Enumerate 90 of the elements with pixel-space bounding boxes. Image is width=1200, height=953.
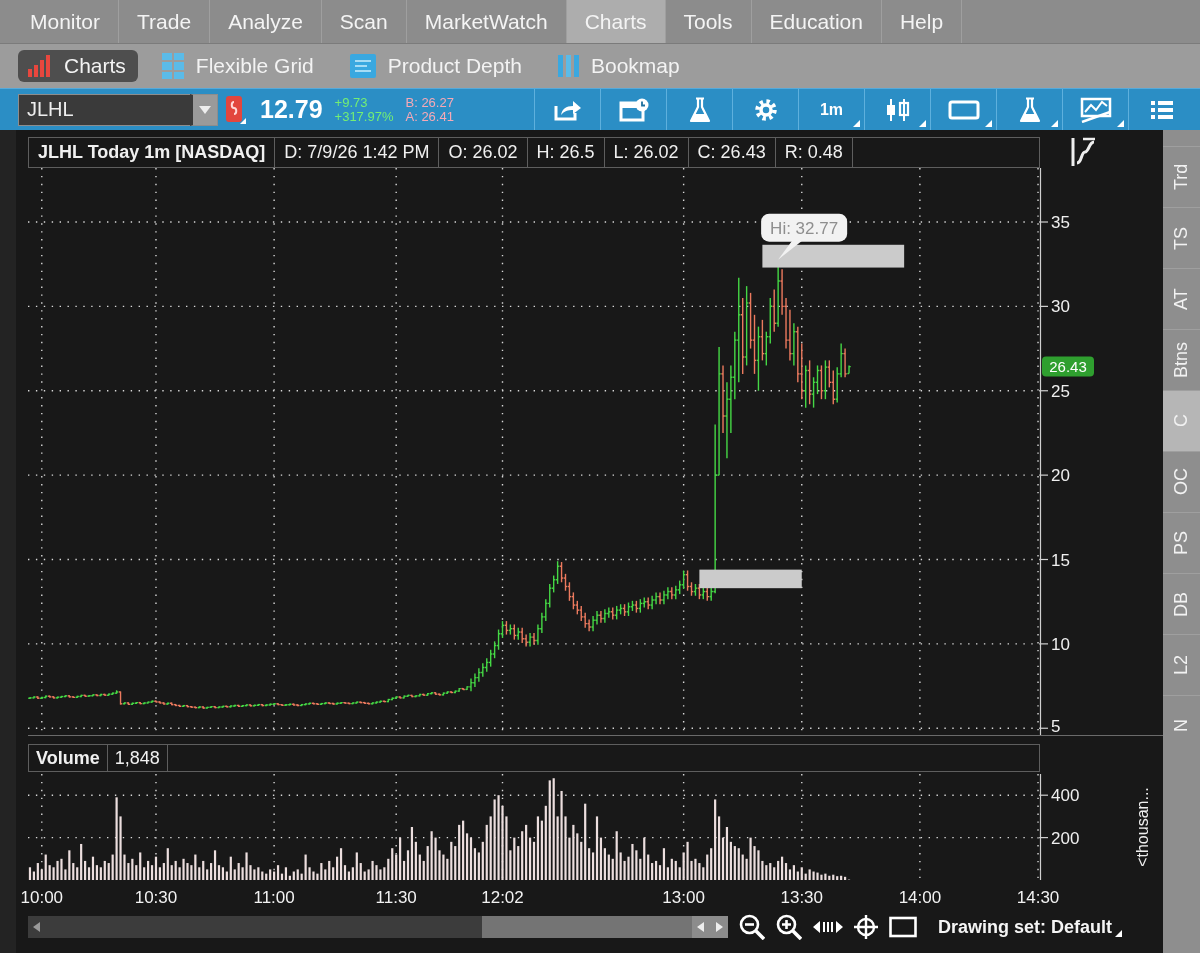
open-label: O: 26.02 <box>439 137 528 167</box>
last-price-tag: 26.43 <box>1042 356 1094 377</box>
time-label: 10:30 <box>134 888 178 907</box>
zoom-out-icon[interactable] <box>739 914 765 940</box>
menu-tab[interactable]: Analyze <box>210 0 322 43</box>
drawing-set-menu[interactable]: Drawing set: Default <box>938 916 1113 938</box>
axis-label: 10 <box>1051 634 1070 654</box>
time-label: 11:00 <box>253 888 295 907</box>
side-tab[interactable]: TS <box>1163 207 1200 268</box>
side-tab[interactable]: OC <box>1163 451 1200 512</box>
caret-down-icon <box>199 105 211 114</box>
time-label: 14:00 <box>898 888 942 907</box>
sub-tab[interactable]: Charts <box>18 50 138 82</box>
axis-label: 15 <box>1051 550 1070 570</box>
high-callout: Hi: 32.77 <box>761 213 848 260</box>
time-label: 13:30 <box>780 888 824 907</box>
flask-icon <box>1017 96 1042 123</box>
close-label: C: 26.43 <box>688 137 776 167</box>
bar-chart-icon <box>28 55 52 77</box>
axis-label: 20 <box>1051 466 1070 486</box>
menu-tab[interactable]: Charts <box>566 0 666 43</box>
menu-tab[interactable]: MarketWatch <box>406 0 567 43</box>
side-tab[interactable]: DB <box>1163 573 1200 634</box>
dropdown-button[interactable] <box>190 93 218 126</box>
menu-tab[interactable]: Help <box>881 0 963 43</box>
list-icon <box>349 54 376 78</box>
drawn-rectangle[interactable] <box>699 569 802 589</box>
menu-tab[interactable]: Monitor <box>12 0 120 43</box>
axis-title: <thousan... <box>1134 787 1151 867</box>
time-label: 14:30 <box>1016 888 1060 907</box>
side-tab[interactable]: L2 <box>1163 634 1200 695</box>
last-price: 12.79 <box>260 95 323 124</box>
menu-tab[interactable]: Tools <box>665 0 752 43</box>
time-label: 12:02 <box>481 888 524 907</box>
side-tab[interactable]: C <box>1163 390 1200 451</box>
symbol-field[interactable]: JLHL <box>18 93 190 126</box>
axis-label: 200 <box>1051 828 1080 848</box>
dropdown-triangle-icon <box>1051 120 1058 127</box>
tag-icon[interactable] <box>226 95 246 124</box>
volume-title: Volume <box>29 745 108 771</box>
calendar-clock-icon <box>618 97 649 122</box>
net-change: +9.73 <box>334 95 369 110</box>
settings-icon <box>753 97 778 122</box>
menu-tab[interactable]: Scan <box>321 0 407 43</box>
flask-icon <box>687 96 712 123</box>
columns-icon <box>558 55 579 77</box>
left-arrow-icon[interactable] <box>32 922 42 932</box>
time-label: 13:00 <box>662 888 705 907</box>
curve-icon[interactable] <box>1070 137 1096 167</box>
dropdown-triangle-icon <box>985 120 992 127</box>
axis-label: 35 <box>1051 213 1070 232</box>
dropdown-triangle-icon[interactable] <box>1115 930 1123 937</box>
chart-drawing-icon <box>1079 96 1112 123</box>
volume-reading: 1,848 <box>107 745 168 771</box>
crosshair-icon[interactable] <box>854 915 878 939</box>
menu-tab[interactable]: Trade <box>119 0 211 43</box>
sub-tab[interactable]: Bookmap <box>548 50 692 82</box>
chart-title: JLHL Today 1m [NASDAQ] <box>29 137 276 167</box>
rectangle-icon <box>947 98 980 121</box>
percent-change: +317.97% <box>334 109 394 124</box>
grid-icon <box>161 53 184 79</box>
sub-tab[interactable]: Flexible Grid <box>151 49 326 83</box>
axis-label: 30 <box>1051 297 1070 317</box>
time-label: 10:00 <box>20 888 64 907</box>
scroll-thumb[interactable] <box>482 916 692 938</box>
range-label: R: 0.48 <box>775 137 853 167</box>
bid-price: B: 26.27 <box>405 95 454 110</box>
zoom-in-icon[interactable] <box>776 914 802 940</box>
horizontal-scrollbar[interactable] <box>28 916 728 938</box>
low-label: L: 26.02 <box>604 137 689 167</box>
side-tab[interactable]: N <box>1163 695 1200 756</box>
side-tab[interactable]: PS <box>1163 512 1200 573</box>
menu-tab[interactable]: Education <box>751 0 882 43</box>
date-label: D: 7/9/26 1:42 PM <box>275 137 440 167</box>
axis-label: 400 <box>1051 786 1080 806</box>
side-tab[interactable]: Trd <box>1163 146 1200 207</box>
axis-label: 25 <box>1051 381 1070 401</box>
time-label: 11:30 <box>375 888 417 907</box>
dropdown-triangle-icon <box>1117 120 1124 127</box>
sub-tab[interactable]: Product Depth <box>339 50 534 82</box>
ask-price: A: 26.41 <box>405 109 454 124</box>
axis-label: 5 <box>1051 717 1061 735</box>
side-tab[interactable]: AT <box>1163 268 1200 329</box>
dropdown-triangle-icon <box>853 120 860 127</box>
menu-icon <box>1149 98 1174 121</box>
dropdown-triangle-icon <box>919 120 926 127</box>
pan-arrows-icon[interactable] <box>813 918 843 936</box>
rectangle-icon[interactable] <box>889 916 917 938</box>
high-label: H: 26.5 <box>527 137 605 167</box>
drawn-rectangle[interactable] <box>762 244 905 268</box>
